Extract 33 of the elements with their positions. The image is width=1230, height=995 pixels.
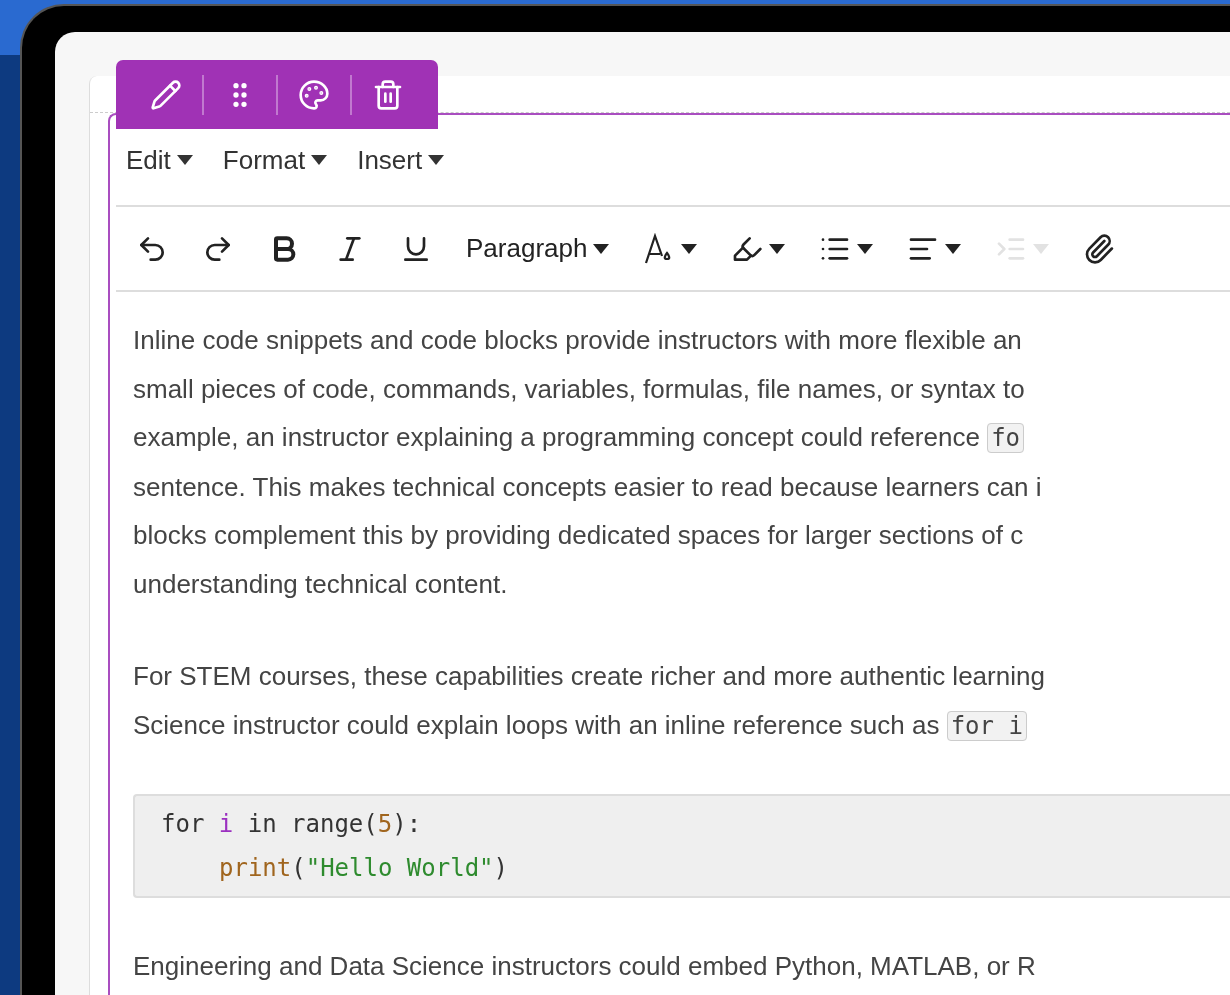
paragraph-line: For STEM courses, these capabilities create richer and more authentic learning <box>133 660 1046 693</box>
rich-text-editor[interactable] <box>108 113 1230 995</box>
caret-icon <box>428 155 445 165</box>
caret-icon <box>769 243 786 254</box>
paperclip-icon <box>1083 232 1116 265</box>
inline-code: for i <box>946 710 1027 741</box>
paragraph-line: blocks complement this by providing dedicated spaces for larger sections of c <box>133 519 1025 552</box>
paragraph-line: example, an instructor explaining a programming concept could reference fo <box>133 413 1230 463</box>
menu-item[interactable]: Format <box>222 144 328 176</box>
paragraph-line: small pieces of code, commands, variables, formulas, file names, or syntax to <box>133 372 1026 406</box>
paragraph-line: sentence. This makes technical concepts easier to read because learners can i <box>133 470 1043 504</box>
caret-icon <box>681 243 698 254</box>
menu-item[interactable]: Edit <box>126 144 193 176</box>
palette-icon <box>298 78 330 111</box>
caret-icon <box>945 243 962 254</box>
caret-icon <box>593 243 610 254</box>
trash-icon <box>372 78 404 111</box>
menu-item[interactable]: Insert <box>357 144 445 176</box>
code-line: print("Hello World") <box>218 853 509 884</box>
caret-icon <box>1033 243 1050 254</box>
caret-icon <box>311 155 328 165</box>
paragraph-line: understanding technical content. <box>133 567 509 601</box>
paragraph-line: Engineering and Data Science instructors could embed Python, MATLAB, or R <box>133 950 1037 983</box>
pencil-icon <box>150 78 182 111</box>
paragraph-line: Science instructor could explain loops with an inline reference such as for i <box>133 700 1230 750</box>
inline-code: fo <box>987 423 1025 453</box>
block-format-dropdown[interactable]: Paragraph <box>466 233 610 264</box>
code-line: for i in range(5): <box>161 809 423 840</box>
paragraph-line: Inline code snippets and code blocks provide instructors with more flexible an <box>133 324 1023 357</box>
attach-button[interactable] <box>1083 232 1116 265</box>
font-color-button[interactable] <box>643 232 698 265</box>
caret-icon <box>857 243 874 254</box>
caret-icon <box>176 155 193 165</box>
